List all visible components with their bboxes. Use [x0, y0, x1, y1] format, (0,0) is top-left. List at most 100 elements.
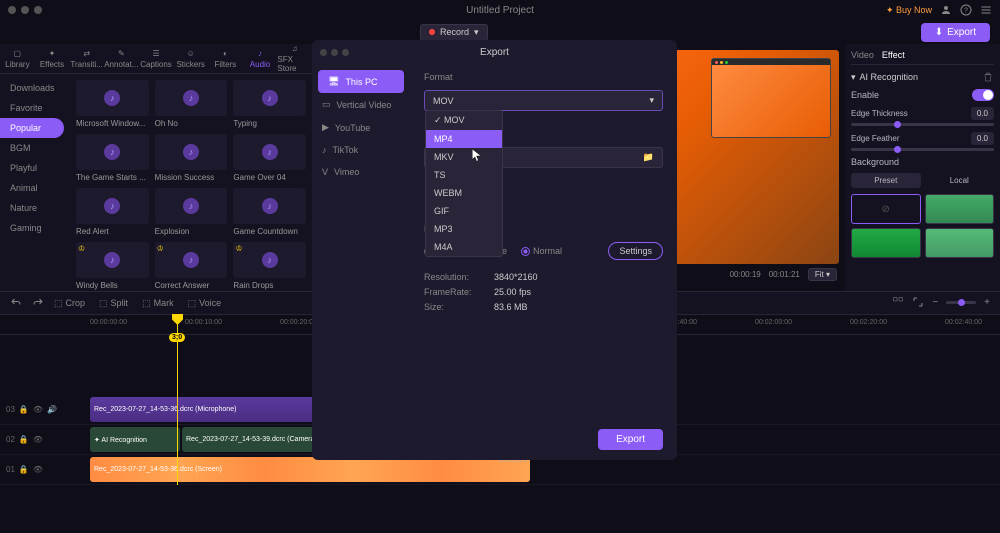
- captions-icon: ☰: [152, 49, 159, 58]
- export-button[interactable]: ⬇ Export: [921, 23, 990, 42]
- audio-item[interactable]: Typing: [233, 80, 306, 128]
- audio-item[interactable]: Microsoft Window...: [76, 80, 149, 128]
- audio-item[interactable]: Mission Success: [155, 134, 228, 182]
- tab-video[interactable]: Video: [851, 50, 874, 60]
- bg-preset-2[interactable]: [851, 228, 921, 258]
- split-tool[interactable]: ⬚Split: [99, 298, 128, 309]
- window-controls[interactable]: [8, 6, 42, 14]
- undo-icon[interactable]: [10, 297, 22, 309]
- feather-value[interactable]: 0.0: [971, 132, 994, 145]
- bg-tab-local[interactable]: Local: [925, 173, 995, 188]
- enable-toggle[interactable]: [972, 89, 994, 101]
- audio-item[interactable]: Oh No: [155, 80, 228, 128]
- tab-captions[interactable]: ☰Captions: [139, 44, 174, 73]
- export-confirm-button[interactable]: Export: [598, 429, 663, 450]
- tab-sfx[interactable]: ♫SFX Store: [277, 44, 312, 73]
- preset-radio-normal[interactable]: Normal: [521, 246, 562, 256]
- category-playful[interactable]: Playful: [0, 158, 70, 178]
- trash-icon[interactable]: [982, 71, 994, 83]
- thickness-slider[interactable]: [851, 123, 994, 126]
- dialog-window-controls[interactable]: [320, 49, 349, 56]
- voice-tool[interactable]: ⬚Voice: [188, 298, 222, 309]
- category-downloads[interactable]: Downloads: [0, 78, 70, 98]
- clip[interactable]: ✦ AI Recognition: [90, 427, 180, 452]
- format-option-webm[interactable]: WEBM: [426, 184, 502, 202]
- audio-item[interactable]: Game Over 04: [233, 134, 306, 182]
- audio-item[interactable]: The Game Starts ...: [76, 134, 149, 182]
- bg-preset-none[interactable]: ⊘: [851, 194, 921, 224]
- export-target-pc[interactable]: 🖥This PC: [318, 70, 404, 93]
- category-gaming[interactable]: Gaming: [0, 218, 70, 238]
- tab-audio[interactable]: ♪Audio: [243, 44, 278, 73]
- playhead[interactable]: 3;0: [177, 315, 178, 485]
- bg-preset-3[interactable]: [925, 228, 995, 258]
- format-option-m4a[interactable]: M4A: [426, 238, 502, 256]
- feather-slider[interactable]: [851, 148, 994, 151]
- eye-icon[interactable]: 👁: [33, 405, 43, 414]
- zoom-in-icon[interactable]: +: [984, 297, 990, 308]
- eye-icon[interactable]: 👁: [33, 465, 43, 474]
- audio-item[interactable]: ♔Correct Answer: [155, 242, 228, 290]
- track-head[interactable]: 02🔒👁: [0, 435, 60, 444]
- export-icon: ⬇: [935, 27, 943, 38]
- audio-item[interactable]: Explosion: [155, 188, 228, 236]
- menu-icon[interactable]: [980, 4, 992, 16]
- tab-transition[interactable]: ⇄Transiti...: [69, 44, 104, 73]
- stickers-icon: ☺: [187, 49, 195, 58]
- chevron-down-icon[interactable]: ▾: [851, 72, 856, 83]
- tab-annotation[interactable]: ✎Annotat...: [104, 44, 139, 73]
- audio-item[interactable]: Red Alert: [76, 188, 149, 236]
- fullscreen-icon[interactable]: [912, 296, 924, 308]
- format-select[interactable]: MOV ▾ MOVMP4MKVTSWEBMGIFMP3M4A: [424, 90, 663, 111]
- redo-icon[interactable]: [32, 297, 44, 309]
- lock-icon[interactable]: 🔒: [19, 465, 29, 474]
- track-head[interactable]: 03🔒👁🔊: [0, 405, 60, 414]
- category-nature[interactable]: Nature: [0, 198, 70, 218]
- tab-library[interactable]: ▢Library: [0, 44, 35, 73]
- lock-icon[interactable]: 🔒: [19, 435, 29, 444]
- category-favorite[interactable]: Favorite: [0, 98, 70, 118]
- audio-item[interactable]: ♔Rain Drops: [233, 242, 306, 290]
- folder-icon[interactable]: 📁: [643, 152, 654, 163]
- zoom-slider[interactable]: [946, 301, 976, 304]
- format-option-ts[interactable]: TS: [426, 166, 502, 184]
- fit-select[interactable]: Fit ▾: [808, 268, 837, 281]
- audio-item[interactable]: Game Countdown: [233, 188, 306, 236]
- tab-stickers[interactable]: ☺Stickers: [173, 44, 208, 73]
- clip[interactable]: Rec_2023-07-27_14-53-36.dcrc (Screen)00:…: [90, 457, 530, 482]
- audio-item[interactable]: ♔Windy Bells: [76, 242, 149, 290]
- lock-icon[interactable]: 🔒: [19, 405, 29, 414]
- format-option-mkv[interactable]: MKV: [426, 148, 502, 166]
- chevron-down-icon: ▾: [649, 95, 654, 106]
- zoom-out-icon[interactable]: −: [932, 297, 938, 308]
- help-icon[interactable]: ?: [960, 4, 972, 16]
- record-button[interactable]: Record ▾: [420, 24, 488, 41]
- category-bgm[interactable]: BGM: [0, 138, 70, 158]
- format-option-mp4[interactable]: MP4: [426, 130, 502, 148]
- user-icon[interactable]: [940, 4, 952, 16]
- export-target-vertical[interactable]: ▭Vertical Video: [312, 93, 410, 116]
- export-target-youtube[interactable]: ▶YouTube: [312, 116, 410, 139]
- tab-filters[interactable]: ◐Filters: [208, 44, 243, 73]
- thickness-value[interactable]: 0.0: [971, 107, 994, 120]
- crop-tool[interactable]: ⬚Crop: [54, 298, 85, 309]
- eye-icon[interactable]: 👁: [33, 435, 43, 444]
- tab-effect[interactable]: Effect: [882, 50, 905, 60]
- bg-tab-preset[interactable]: Preset: [851, 173, 921, 188]
- format-option-mov[interactable]: MOV: [426, 111, 502, 130]
- settings-button[interactable]: Settings: [608, 242, 663, 260]
- track-head[interactable]: 01🔒👁: [0, 465, 60, 474]
- mark-tool[interactable]: ⬚Mark: [142, 298, 174, 309]
- format-option-mp3[interactable]: MP3: [426, 220, 502, 238]
- bg-preset-1[interactable]: [925, 194, 995, 224]
- export-target-vimeo[interactable]: VVimeo: [312, 161, 410, 183]
- buy-now-link[interactable]: ✦ Buy Now: [886, 5, 932, 16]
- category-animal[interactable]: Animal: [0, 178, 70, 198]
- category-popular[interactable]: Popular: [0, 118, 64, 138]
- grid-view-icon[interactable]: [892, 296, 904, 308]
- speaker-icon[interactable]: 🔊: [47, 405, 57, 414]
- export-target-tiktok[interactable]: ♪TikTok: [312, 139, 410, 161]
- ruler-tick: 00:02:20:00: [850, 319, 887, 326]
- tab-effects[interactable]: ✦Effects: [35, 44, 70, 73]
- format-option-gif[interactable]: GIF: [426, 202, 502, 220]
